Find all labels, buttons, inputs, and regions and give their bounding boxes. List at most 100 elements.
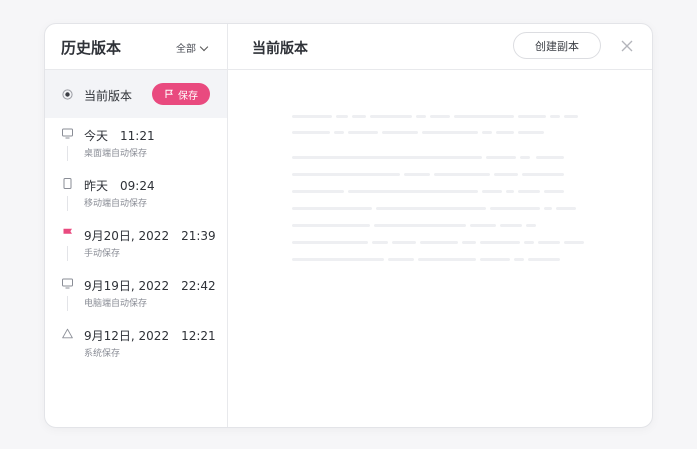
history-item[interactable]: 今天 11:21 桌面端自动保存: [45, 124, 227, 174]
history-item-title: 9月12日, 2022: [84, 329, 170, 343]
history-item-time: 11:21: [120, 129, 155, 143]
history-item-time: 12:21: [181, 329, 216, 343]
history-item-title: 9月20日, 2022: [84, 229, 170, 243]
placeholder-line: [520, 156, 530, 159]
placeholder-line: [292, 173, 400, 176]
history-item-title: 当前版本: [84, 89, 133, 103]
placeholder-line: [514, 258, 524, 261]
placeholder-line: [556, 207, 576, 210]
placeholder-line: [420, 241, 458, 244]
history-item-subtitle: 电脑端自动保存: [84, 299, 148, 309]
placeholder-line: [392, 241, 416, 244]
placeholder-line: [500, 224, 522, 227]
sidebar-title: 历史版本: [61, 39, 122, 57]
placeholder-line: [538, 241, 560, 244]
placeholder-line: [528, 258, 560, 261]
close-icon[interactable]: [620, 39, 634, 53]
placeholder-line: [292, 190, 344, 193]
preview-header: 当前版本 创建副本: [228, 24, 652, 70]
history-item-title: 今天: [84, 129, 109, 143]
flag-icon: [63, 228, 72, 239]
placeholder-line: [518, 115, 546, 118]
monitor-icon: [62, 278, 73, 289]
placeholder-line: [292, 156, 482, 159]
history-item-heading: 昨天 09:24: [84, 177, 155, 194]
flag-outline-icon: [165, 89, 173, 98]
placeholder-line: [292, 241, 368, 244]
history-item-subtitle: 移动端自动保存: [84, 199, 148, 209]
placeholder-line: [292, 224, 370, 227]
placeholder-line: [506, 190, 514, 193]
save-button[interactable]: 保存: [152, 83, 210, 105]
save-label: 保存: [178, 90, 198, 102]
chevron-down-icon: [199, 42, 209, 52]
placeholder-line: [430, 115, 450, 118]
placeholder-line: [348, 190, 478, 193]
placeholder-line: [564, 241, 584, 244]
placeholder-line: [336, 115, 348, 118]
placeholder-line: [550, 115, 560, 118]
placeholder-line: [382, 131, 418, 134]
placeholder-line: [462, 241, 476, 244]
history-item-subtitle: 桌面端自动保存: [84, 149, 148, 159]
timeline-connector: [67, 296, 68, 311]
history-item-time: 22:42: [181, 279, 216, 293]
placeholder-line: [544, 190, 564, 193]
placeholder-line: [494, 173, 518, 176]
placeholder-line: [496, 131, 514, 134]
placeholder-line: [434, 173, 490, 176]
sidebar-header: 历史版本 全部: [45, 24, 227, 70]
placeholder-line: [374, 224, 466, 227]
history-item-subtitle: 系统保存: [84, 349, 121, 359]
placeholder-line: [524, 241, 534, 244]
mobile-icon: [63, 178, 72, 189]
placeholder-line: [292, 131, 330, 134]
placeholder-line: [564, 115, 578, 118]
placeholder-line: [526, 224, 536, 227]
monitor-icon: [62, 128, 73, 139]
version-history-dialog: 历史版本 全部 当前版本 保存 今天 11:21 桌面端自动保存 昨天 09:2…: [44, 23, 653, 428]
placeholder-line: [536, 156, 564, 159]
placeholder-line: [422, 131, 478, 134]
placeholder-line: [404, 173, 430, 176]
warning-icon: [62, 328, 73, 339]
filter-dropdown[interactable]: 全部: [176, 40, 209, 55]
history-item-subtitle: 手动保存: [84, 249, 121, 259]
history-item[interactable]: 9月19日, 2022 22:42 电脑端自动保存: [45, 274, 227, 324]
filter-label: 全部: [176, 44, 196, 55]
history-item[interactable]: 9月20日, 2022 21:39 手动保存: [45, 224, 227, 274]
current-dot-icon: [62, 89, 73, 100]
placeholder-line: [470, 224, 496, 227]
history-item-heading: 今天 11:21: [84, 127, 155, 144]
version-preview: 当前版本 创建副本: [228, 24, 652, 427]
history-item[interactable]: 昨天 09:24 移动端自动保存: [45, 174, 227, 224]
placeholder-line: [348, 131, 378, 134]
history-item-heading: 9月20日, 2022 21:39: [84, 227, 216, 244]
page-title: 当前版本: [252, 41, 308, 57]
history-item-current[interactable]: 当前版本 保存: [45, 70, 227, 118]
placeholder-line: [292, 115, 332, 118]
history-item-title: 9月19日, 2022: [84, 279, 170, 293]
placeholder-line: [334, 131, 344, 134]
placeholder-line: [376, 207, 486, 210]
timeline-connector: [67, 246, 68, 261]
placeholder-line: [480, 258, 510, 261]
history-sidebar: 历史版本 全部 当前版本 保存 今天 11:21 桌面端自动保存 昨天 09:2…: [45, 24, 228, 427]
create-copy-button[interactable]: 创建副本: [513, 32, 601, 59]
placeholder-line: [482, 131, 492, 134]
placeholder-line: [416, 115, 426, 118]
placeholder-line: [518, 131, 544, 134]
history-item-time: 21:39: [181, 229, 216, 243]
placeholder-line: [544, 207, 552, 210]
history-item-time: 09:24: [120, 179, 155, 193]
placeholder-line: [480, 241, 520, 244]
history-item[interactable]: 9月12日, 2022 12:21 系统保存: [45, 324, 227, 374]
timeline-connector: [67, 146, 68, 161]
history-item-title: 昨天: [84, 179, 109, 193]
placeholder-line: [418, 258, 476, 261]
history-item-heading: 9月19日, 2022 22:42: [84, 277, 216, 294]
placeholder-line: [490, 207, 540, 210]
placeholder-line: [518, 190, 540, 193]
placeholder-line: [292, 258, 384, 261]
placeholder-line: [292, 207, 372, 210]
